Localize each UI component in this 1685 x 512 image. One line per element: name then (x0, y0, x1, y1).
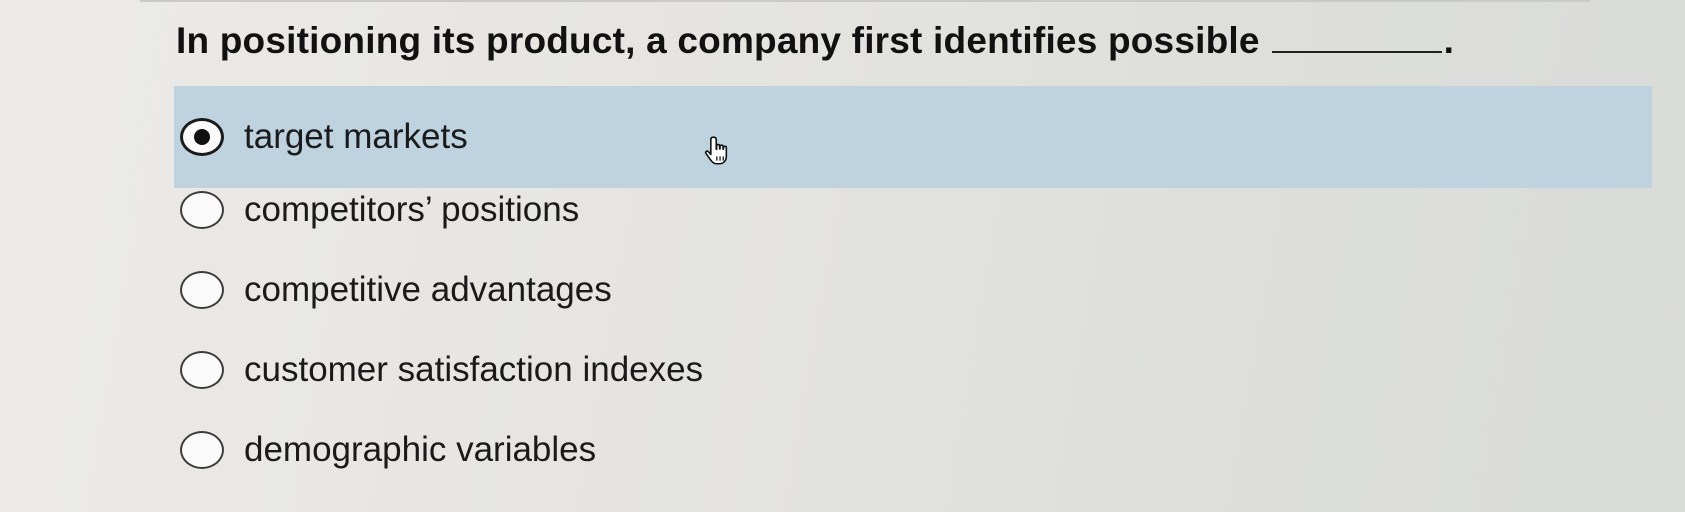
hand-pointer-icon (704, 136, 728, 165)
question-period: . (1443, 20, 1455, 61)
question-text: In positioning its product, a company fi… (176, 20, 1260, 61)
option-label: target markets (244, 117, 468, 156)
radio-button[interactable] (180, 351, 224, 389)
option-competitors-positions[interactable]: competitors’ positions (174, 170, 1652, 250)
answer-options: target markets competitors’ positions co… (174, 86, 1652, 490)
radio-button-selected[interactable] (180, 118, 224, 156)
radio-button[interactable] (180, 191, 224, 229)
radio-button[interactable] (180, 431, 224, 469)
radio-button[interactable] (180, 271, 224, 309)
option-label: demographic variables (244, 430, 597, 469)
option-label: customer satisfaction indexes (244, 350, 704, 389)
option-label: competitors’ positions (244, 190, 580, 229)
question-prompt: In positioning its product, a company fi… (176, 20, 1454, 62)
top-divider (140, 0, 1590, 2)
option-label: competitive advantages (244, 270, 612, 309)
option-demographic-variables[interactable]: demographic variables (174, 410, 1652, 490)
radio-dot-icon (194, 129, 210, 145)
option-competitive-advantages[interactable]: competitive advantages (174, 250, 1652, 330)
option-customer-satisfaction-indexes[interactable]: customer satisfaction indexes (174, 330, 1652, 410)
answer-blank (1271, 25, 1442, 53)
